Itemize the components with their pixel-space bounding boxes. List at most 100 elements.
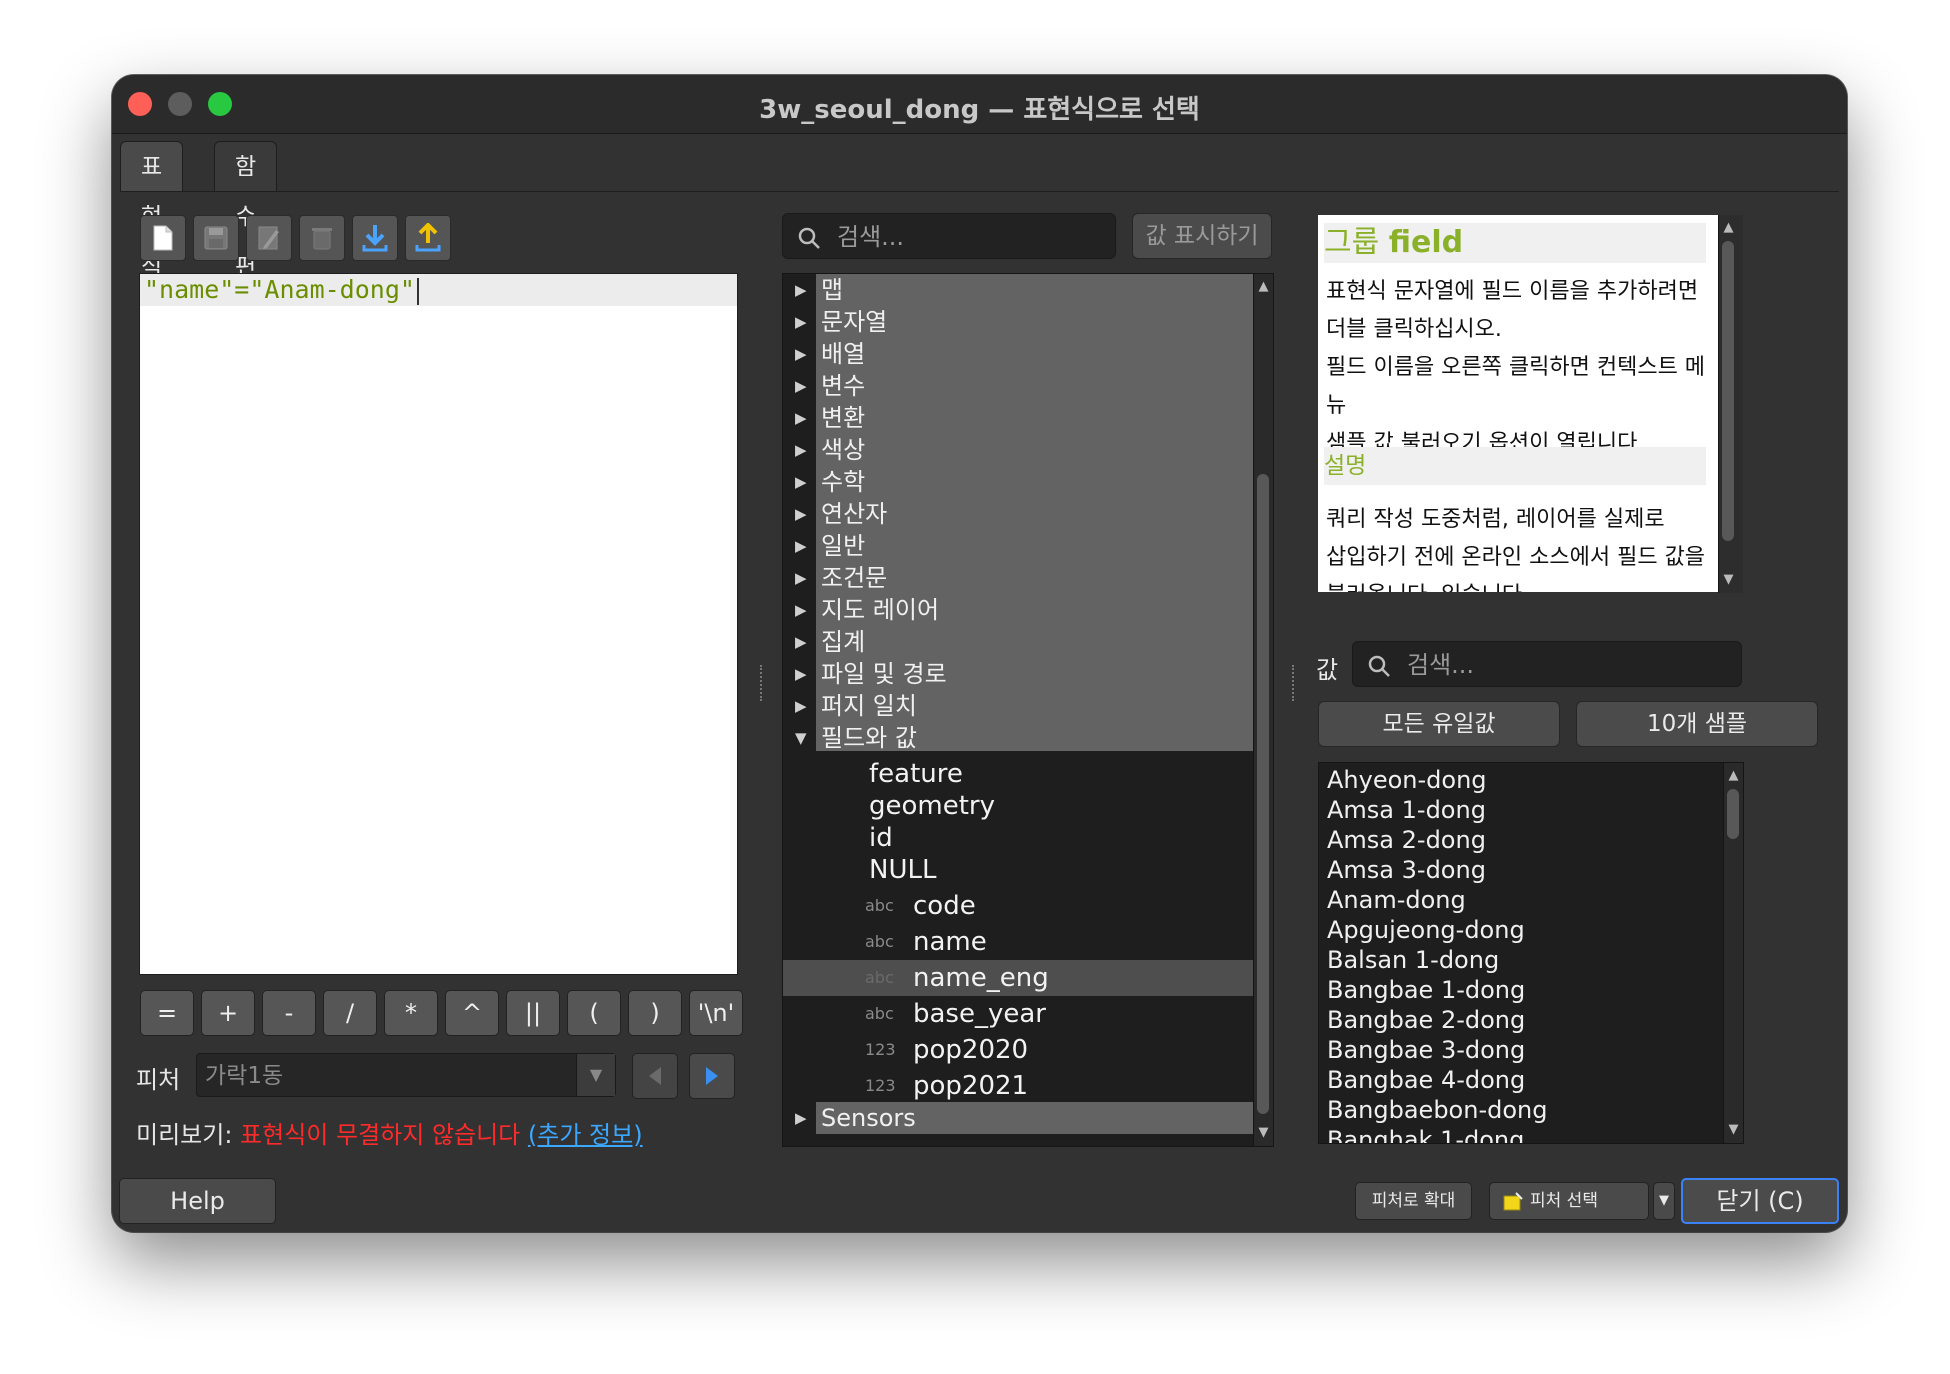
list-item[interactable]: Amsa 1-dong bbox=[1327, 795, 1486, 825]
operator-power-button[interactable]: ^ bbox=[445, 990, 499, 1036]
tree-item-id[interactable]: id bbox=[783, 820, 1254, 856]
expression-line[interactable]: "name"="Anam-dong" bbox=[140, 274, 737, 306]
expand-arrow-icon[interactable]: ▶ bbox=[795, 530, 811, 562]
operator-newline-button[interactable]: '\n' bbox=[689, 990, 743, 1036]
tree-field-name-eng[interactable]: abc name_eng bbox=[783, 960, 1254, 996]
scroll-thumb[interactable] bbox=[1727, 789, 1739, 839]
tree-item-geometry[interactable]: geometry bbox=[783, 788, 1254, 824]
expand-arrow-icon[interactable]: ▶ bbox=[795, 594, 811, 626]
expand-arrow-icon[interactable]: ▶ bbox=[795, 562, 811, 594]
tree-scrollbar[interactable]: ▲ ▼ bbox=[1253, 274, 1273, 1146]
operator-equals-button[interactable]: = bbox=[140, 990, 194, 1036]
values-scrollbar[interactable]: ▲ ▼ bbox=[1723, 763, 1743, 1143]
splitter-handle-right[interactable] bbox=[1292, 665, 1298, 701]
scroll-thumb[interactable] bbox=[1257, 474, 1269, 1114]
operator-close-paren-button[interactable]: ) bbox=[628, 990, 682, 1036]
list-item[interactable]: Bangbaebon-dong bbox=[1327, 1095, 1547, 1125]
list-item[interactable]: Anam-dong bbox=[1327, 885, 1466, 915]
ten-samples-button[interactable]: 10개 샘플 bbox=[1576, 701, 1818, 747]
tree-group-files-paths[interactable]: ▶ 파일 및 경로 bbox=[783, 658, 1254, 690]
feature-select[interactable]: 가락1동 ▼ bbox=[196, 1053, 616, 1097]
import-button[interactable] bbox=[352, 215, 398, 261]
tree-group-fuzzy-matching[interactable]: ▶ 퍼지 일치 bbox=[783, 690, 1254, 722]
tree-field-code[interactable]: abc code bbox=[783, 888, 1254, 924]
list-item[interactable]: Amsa 3-dong bbox=[1327, 855, 1486, 885]
list-item[interactable]: Bangbae 3-dong bbox=[1327, 1035, 1525, 1065]
operator-open-paren-button[interactable]: ( bbox=[567, 990, 621, 1036]
list-item[interactable]: Balsan 1-dong bbox=[1327, 945, 1499, 975]
more-info-link[interactable]: (추가 정보) bbox=[528, 1121, 643, 1149]
expand-arrow-icon[interactable]: ▶ bbox=[795, 626, 811, 658]
function-tree[interactable]: ▶ 맵 ▶ 문자열 ▶ 배열 ▶ 변수 ▶ 변환 ▶ 색상 ▶ 수학 ▶ 연산자 ▶ 일반 ▶ 조건… bbox=[782, 273, 1274, 1147]
list-item[interactable]: Amsa 2-dong bbox=[1327, 825, 1486, 855]
tree-group-fields-values[interactable]: ▼ 필드와 값 bbox=[783, 722, 1254, 754]
expand-arrow-icon[interactable]: ▶ bbox=[795, 1102, 811, 1134]
operator-minus-button[interactable]: - bbox=[262, 990, 316, 1036]
expand-arrow-icon[interactable]: ▶ bbox=[795, 370, 811, 402]
all-unique-values-button[interactable]: 모든 유일값 bbox=[1318, 701, 1560, 747]
close-button[interactable]: 닫기 (C) bbox=[1681, 1178, 1839, 1224]
help-button[interactable]: Help bbox=[119, 1178, 276, 1224]
function-search-input[interactable]: 검색... bbox=[782, 213, 1116, 259]
show-values-button[interactable]: 값 표시하기 bbox=[1132, 213, 1272, 259]
scroll-up-icon[interactable]: ▲ bbox=[1254, 276, 1273, 298]
scroll-down-icon[interactable]: ▼ bbox=[1719, 569, 1738, 591]
tree-field-pop2020[interactable]: 123 pop2020 bbox=[783, 1032, 1254, 1068]
tree-group-string[interactable]: ▶ 문자열 bbox=[783, 306, 1254, 338]
scroll-up-icon[interactable]: ▲ bbox=[1719, 217, 1738, 239]
tree-group-math[interactable]: ▶ 수학 bbox=[783, 466, 1254, 498]
delete-button[interactable] bbox=[299, 215, 345, 261]
tree-group-general[interactable]: ▶ 일반 bbox=[783, 530, 1254, 562]
expand-arrow-icon[interactable]: ▶ bbox=[795, 338, 811, 370]
tree-group-map-layers[interactable]: ▶ 지도 레이어 bbox=[783, 594, 1254, 626]
expand-arrow-icon[interactable]: ▶ bbox=[795, 306, 811, 338]
list-item[interactable]: Banghak 1-dong bbox=[1327, 1125, 1524, 1143]
values-search-input[interactable]: 검색... bbox=[1352, 641, 1742, 687]
tree-field-base-year[interactable]: abc base_year bbox=[783, 996, 1254, 1032]
scroll-down-icon[interactable]: ▼ bbox=[1254, 1122, 1273, 1144]
tree-group-map[interactable]: ▶ 맵 bbox=[783, 274, 1254, 306]
expand-arrow-icon[interactable]: ▶ bbox=[795, 658, 811, 690]
chevron-down-icon[interactable]: ▼ bbox=[576, 1054, 615, 1096]
tree-group-aggregates[interactable]: ▶ 집계 bbox=[783, 626, 1254, 658]
expand-arrow-icon[interactable]: ▶ bbox=[795, 690, 811, 722]
tree-field-name[interactable]: abc name bbox=[783, 924, 1254, 960]
list-item[interactable]: Bangbae 4-dong bbox=[1327, 1065, 1525, 1095]
values-list[interactable]: Ahyeon-dong Amsa 1-dong Amsa 2-dong Amsa… bbox=[1318, 762, 1744, 1144]
help-scrollbar[interactable]: ▲ ▼ bbox=[1718, 215, 1743, 593]
expand-arrow-icon[interactable]: ▶ bbox=[795, 434, 811, 466]
list-item[interactable]: Ahyeon-dong bbox=[1327, 765, 1487, 795]
list-item[interactable]: Apgujeong-dong bbox=[1327, 915, 1525, 945]
list-item[interactable]: Bangbae 2-dong bbox=[1327, 1005, 1525, 1035]
operator-concat-button[interactable]: || bbox=[506, 990, 560, 1036]
tree-group-conversions[interactable]: ▶ 변환 bbox=[783, 402, 1254, 434]
tree-group-variables[interactable]: ▶ 변수 bbox=[783, 370, 1254, 402]
export-button[interactable] bbox=[405, 215, 451, 261]
select-features-button[interactable]: 피처 선택 bbox=[1489, 1182, 1649, 1220]
tree-group-sensors[interactable]: ▶ Sensors bbox=[783, 1102, 1254, 1134]
zoom-to-features-button[interactable]: 피처로 확대 bbox=[1355, 1182, 1472, 1220]
expand-arrow-icon[interactable]: ▶ bbox=[795, 402, 811, 434]
tab-expression[interactable]: 표현식 bbox=[120, 141, 184, 280]
tree-group-color[interactable]: ▶ 색상 bbox=[783, 434, 1254, 466]
expression-editor[interactable]: "name"="Anam-dong" bbox=[139, 273, 738, 975]
scroll-thumb[interactable] bbox=[1722, 241, 1734, 541]
tree-field-pop2021[interactable]: 123 pop2021 bbox=[783, 1068, 1254, 1104]
new-file-button[interactable] bbox=[140, 215, 186, 261]
save-button[interactable] bbox=[193, 215, 239, 261]
tree-item-null[interactable]: NULL bbox=[783, 852, 1254, 888]
expand-arrow-icon[interactable]: ▶ bbox=[795, 274, 811, 306]
collapse-arrow-icon[interactable]: ▼ bbox=[795, 722, 811, 754]
expand-arrow-icon[interactable]: ▶ bbox=[795, 498, 811, 530]
select-features-dropdown[interactable]: ▼ bbox=[1653, 1182, 1675, 1220]
next-feature-button[interactable] bbox=[689, 1053, 735, 1099]
operator-divide-button[interactable]: / bbox=[323, 990, 377, 1036]
splitter-handle-left[interactable] bbox=[760, 665, 766, 701]
expand-arrow-icon[interactable]: ▶ bbox=[795, 466, 811, 498]
previous-feature-button[interactable] bbox=[632, 1053, 678, 1099]
scroll-down-icon[interactable]: ▼ bbox=[1724, 1119, 1743, 1141]
scroll-up-icon[interactable]: ▲ bbox=[1724, 765, 1743, 787]
list-item[interactable]: Bangbae 1-dong bbox=[1327, 975, 1525, 1005]
tree-group-conditionals[interactable]: ▶ 조건문 bbox=[783, 562, 1254, 594]
operator-multiply-button[interactable]: * bbox=[384, 990, 438, 1036]
